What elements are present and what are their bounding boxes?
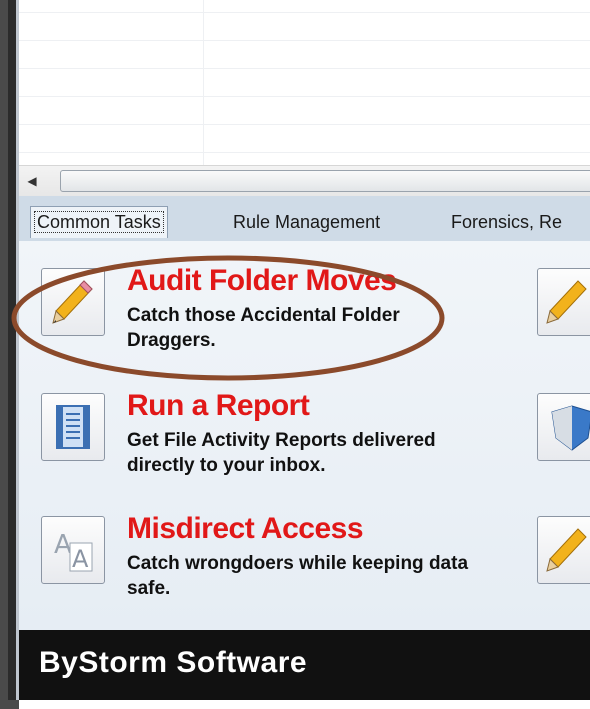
- shield-icon[interactable]: [537, 393, 590, 461]
- task-description: Catch wrongdoers while keeping data safe…: [127, 553, 469, 599]
- pencil-icon[interactable]: [537, 268, 590, 336]
- window-frame-inner: [8, 0, 16, 709]
- tab-common-tasks[interactable]: Common Tasks: [30, 206, 168, 238]
- scroll-left-arrow-icon[interactable]: ◀: [25, 174, 39, 188]
- task-panel: Common Tasks Rule Management Forensics, …: [19, 196, 590, 630]
- svg-text:A: A: [72, 545, 89, 573]
- tab-strip: Common Tasks Rule Management Forensics, …: [19, 196, 590, 242]
- task-title[interactable]: Misdirect Access: [127, 512, 364, 546]
- task-title[interactable]: Run a Report: [127, 389, 310, 423]
- bottom-frame-corner: [0, 700, 19, 709]
- scroll-thumb[interactable]: [60, 170, 590, 192]
- task-run-a-report[interactable]: Run a Report Get File Activity Reports d…: [41, 389, 561, 493]
- task-title[interactable]: Audit Folder Moves: [127, 264, 397, 298]
- tab-forensics[interactable]: Forensics, Re: [451, 212, 562, 233]
- data-grid[interactable]: [19, 0, 590, 165]
- tab-rule-management[interactable]: Rule Management: [233, 212, 380, 233]
- task-audit-folder-moves[interactable]: Audit Folder Moves Catch those Accidenta…: [41, 264, 561, 368]
- report-icon[interactable]: [41, 393, 105, 461]
- bottom-edge: [0, 700, 590, 709]
- task-misdirect-access[interactable]: A A Misdirect Access Catch wrongdoers wh…: [41, 512, 561, 616]
- svg-text:A: A: [54, 530, 72, 560]
- font-icon[interactable]: A A: [41, 516, 105, 584]
- task-description: Catch those Accidental Folder Draggers.: [127, 305, 400, 351]
- task-description: Get File Activity Reports delivered dire…: [127, 430, 436, 476]
- brand-name: ByStorm Software: [39, 646, 308, 679]
- window-frame: [0, 0, 8, 709]
- pencil-icon[interactable]: [41, 268, 105, 336]
- footer-bar: ByStorm Software: [19, 630, 590, 700]
- pencil-icon[interactable]: [537, 516, 590, 584]
- horizontal-scrollbar[interactable]: ◀: [19, 165, 590, 197]
- common-tasks-body: Audit Folder Moves Catch those Accidenta…: [19, 241, 590, 630]
